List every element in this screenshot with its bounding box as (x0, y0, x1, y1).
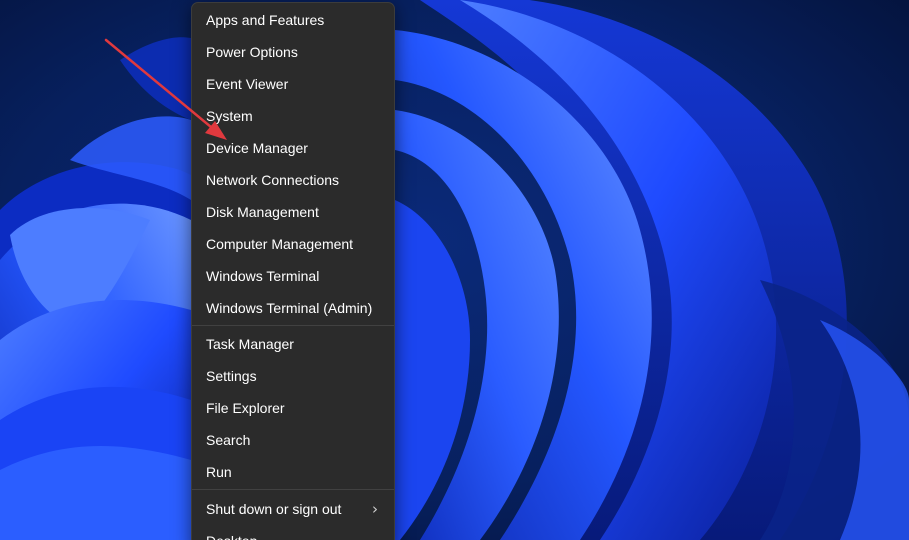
menu-item-label: Event Viewer (206, 76, 289, 92)
menu-item-label: Windows Terminal (Admin) (206, 300, 373, 316)
menu-group-power: Shut down or sign out › Desktop (192, 491, 394, 540)
menu-item-run[interactable]: Run (192, 456, 394, 488)
menu-item-label: Apps and Features (206, 12, 325, 28)
menu-item-desktop[interactable]: Desktop (192, 525, 394, 540)
menu-item-label: Settings (206, 368, 257, 384)
menu-item-label: Desktop (206, 525, 257, 540)
desktop: Apps and Features Power Options Event View… (0, 0, 909, 540)
menu-item-label: Power Options (206, 44, 298, 60)
menu-item-label: File Explorer (206, 400, 285, 416)
menu-item-settings[interactable]: Settings (192, 360, 394, 392)
context-menu: Apps and Features Power Options Event View… (191, 2, 395, 540)
menu-item-file-explorer[interactable]: File Explorer (192, 392, 394, 424)
menu-separator (192, 489, 394, 490)
menu-item-disk-management[interactable]: Disk Management (192, 196, 394, 228)
menu-item-label: Computer Management (206, 236, 354, 252)
windows-11-bloom-wallpaper (0, 0, 909, 540)
menu-separator (192, 325, 394, 326)
menu-item-windows-terminal[interactable]: Windows Terminal (192, 260, 394, 292)
menu-item-computer-management[interactable]: Computer Management (192, 228, 394, 260)
menu-item-event-viewer[interactable]: Event Viewer (192, 68, 394, 100)
menu-item-label: Search (206, 432, 251, 448)
menu-item-network-connections[interactable]: Network Connections (192, 164, 394, 196)
menu-item-label: Windows Terminal (206, 268, 320, 284)
menu-item-device-manager[interactable]: Device Manager (192, 132, 394, 164)
menu-item-shut-down-or-sign-out[interactable]: Shut down or sign out › (192, 493, 394, 525)
menu-group-primary: Apps and Features Power Options Event View… (192, 3, 394, 324)
menu-item-label: Network Connections (206, 172, 340, 188)
menu-item-label: Shut down or sign out (206, 501, 342, 517)
menu-item-label: Task Manager (206, 336, 294, 352)
menu-item-power-options[interactable]: Power Options (192, 36, 394, 68)
menu-group-tools: Task Manager Settings File Explorer Search R… (192, 327, 394, 488)
menu-item-label: Disk Management (206, 204, 319, 220)
menu-item-apps-and-features[interactable]: Apps and Features (192, 4, 394, 36)
menu-item-task-manager[interactable]: Task Manager (192, 328, 394, 360)
menu-item-windows-terminal-admin[interactable]: Windows Terminal (Admin) (192, 292, 394, 324)
chevron-right-icon: › (372, 500, 378, 518)
menu-item-label: Device Manager (206, 140, 308, 156)
menu-item-search[interactable]: Search (192, 424, 394, 456)
menu-item-label: System (206, 108, 253, 124)
menu-item-label: Run (206, 464, 232, 480)
menu-item-system[interactable]: System (192, 100, 394, 132)
